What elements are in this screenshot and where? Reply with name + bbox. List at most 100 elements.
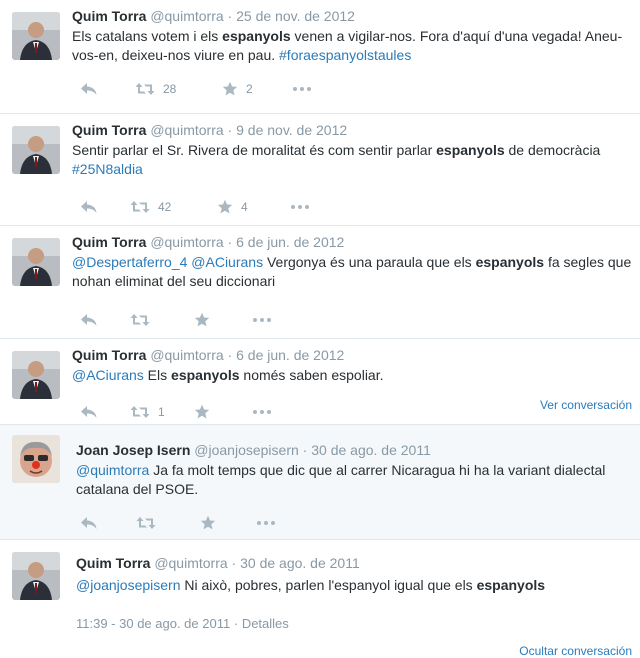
screen-name[interactable]: @quimtorra: [150, 8, 223, 24]
tweet-header: Quim Torra @quimtorra · 30 de ago. de 20…: [76, 554, 360, 572]
mention-link[interactable]: @ACiurans: [191, 254, 263, 270]
tweet-2[interactable]: Quim Torra @quimtorra · 9 de nov. de 201…: [0, 114, 640, 226]
more-button[interactable]: [252, 402, 272, 422]
reply-icon: [81, 314, 97, 326]
more-button[interactable]: [290, 197, 310, 217]
view-conversation-link[interactable]: Ver conversación: [540, 398, 632, 412]
fullname[interactable]: Quim Torra: [72, 122, 146, 138]
favorite-count: 4: [241, 200, 248, 214]
favorite-button[interactable]: [200, 513, 216, 533]
separator: ·: [233, 616, 239, 631]
details-link[interactable]: Detalles: [242, 616, 289, 631]
retweet-icon: [130, 201, 150, 213]
screen-name[interactable]: @quimtorra: [150, 122, 223, 138]
tweet-text: @joanjosepisern Ni això, pobres, parlen …: [76, 576, 632, 595]
retweet-button[interactable]: 28: [135, 79, 176, 99]
more-button[interactable]: [252, 310, 272, 330]
more-icon: [293, 87, 311, 91]
retweet-button[interactable]: 42: [130, 197, 171, 217]
tweet-header: Quim Torra @quimtorra · 25 de nov. de 20…: [72, 7, 355, 25]
favorite-button[interactable]: 2: [222, 79, 253, 99]
avatar[interactable]: [12, 126, 60, 174]
mention-link[interactable]: @Despertaferro_4: [72, 254, 187, 270]
avatar[interactable]: [12, 12, 60, 60]
retweet-count: 42: [158, 200, 172, 214]
fullname[interactable]: Quim Torra: [72, 234, 146, 250]
fullname[interactable]: Joan Josep Isern: [76, 442, 190, 458]
retweet-count: 1: [158, 405, 165, 419]
tweet-date[interactable]: 6 de jun. de 2012: [236, 234, 344, 250]
tweet-3[interactable]: Quim Torra @quimtorra · 6 de jun. de 201…: [0, 226, 640, 339]
hashtag-link[interactable]: #25N8aldia: [72, 161, 143, 177]
retweet-button[interactable]: [136, 513, 156, 533]
tweet-actions: 1: [72, 402, 492, 422]
tweet-meta: 11:39 - 30 de ago. de 2011 · Detalles: [76, 616, 289, 631]
favorite-icon: [194, 312, 210, 327]
highlighted-term: espanyols: [436, 142, 505, 158]
retweet-button[interactable]: [130, 310, 150, 330]
tweet-5[interactable]: Joan Josep Isern @joanjosepisern · 30 de…: [0, 424, 640, 540]
retweet-icon: [130, 314, 150, 326]
favorite-button[interactable]: 4: [217, 197, 248, 217]
reply-button[interactable]: [80, 310, 98, 330]
mention-link[interactable]: @quimtorra: [76, 462, 149, 478]
mention-link[interactable]: @joanjosepisern: [76, 577, 181, 593]
tweet-header: Quim Torra @quimtorra · 6 de jun. de 201…: [72, 346, 344, 364]
more-icon: [257, 521, 275, 525]
screen-name[interactable]: @quimtorra: [150, 347, 223, 363]
tweet-text-segment: Ja fa molt temps que dic que al carrer N…: [76, 462, 606, 497]
tweet-header: Joan Josep Isern @joanjosepisern · 30 de…: [76, 441, 431, 459]
reply-button[interactable]: [80, 402, 98, 422]
tweet-date[interactable]: 30 de ago. de 2011: [311, 442, 431, 458]
tweet-date[interactable]: 6 de jun. de 2012: [236, 347, 344, 363]
fullname[interactable]: Quim Torra: [72, 8, 146, 24]
screen-name[interactable]: @quimtorra: [154, 555, 227, 571]
hide-conversation-link[interactable]: Ocultar conversación: [519, 644, 632, 658]
reply-icon: [81, 83, 97, 95]
tweet-text: @quimtorra Ja fa molt temps que dic que …: [76, 461, 632, 499]
highlighted-term: espanyols: [476, 577, 546, 593]
tweet-date[interactable]: 25 de nov. de 2012: [236, 8, 355, 24]
reply-icon: [81, 517, 97, 529]
reply-icon: [81, 406, 97, 418]
tweet-text-segment: només saben espoliar.: [239, 367, 384, 383]
tweet-text-segment: Ni això, pobres, parlen l'espanyol igual…: [180, 577, 477, 593]
tweet-header: Quim Torra @quimtorra · 6 de jun. de 201…: [72, 233, 344, 251]
tweet-text-segment: Els catalans votem i els: [72, 28, 223, 44]
avatar[interactable]: [12, 238, 60, 286]
avatar[interactable]: [12, 351, 60, 399]
reply-button[interactable]: [80, 79, 98, 99]
mention-link[interactable]: @ACiurans: [72, 367, 144, 383]
more-button[interactable]: [256, 513, 276, 533]
tweet-6[interactable]: Quim Torra @quimtorra · 30 de ago. de 20…: [0, 540, 640, 658]
fullname[interactable]: Quim Torra: [76, 555, 150, 571]
retweet-icon: [135, 83, 155, 95]
tweet-actions: [72, 513, 492, 533]
avatar[interactable]: [12, 552, 60, 600]
screen-name[interactable]: @joanjosepisern: [194, 442, 299, 458]
tweet-date[interactable]: 30 de ago. de 2011: [240, 555, 360, 571]
reply-icon: [81, 201, 97, 213]
reply-button[interactable]: [80, 513, 98, 533]
tweet-actions: 42 4: [72, 197, 492, 217]
retweet-button[interactable]: 1: [130, 402, 165, 422]
avatar[interactable]: [12, 435, 60, 483]
favorite-icon: [222, 81, 238, 96]
favorite-count: 2: [246, 82, 253, 96]
retweet-icon: [136, 517, 156, 529]
fullname[interactable]: Quim Torra: [72, 347, 146, 363]
hashtag-link[interactable]: #foraespanyolstaules: [279, 47, 411, 63]
favorite-button[interactable]: [194, 310, 210, 330]
favorite-button[interactable]: [194, 402, 210, 422]
more-button[interactable]: [292, 79, 312, 99]
tweet-4[interactable]: Quim Torra @quimtorra · 6 de jun. de 201…: [0, 339, 640, 424]
tweet-date[interactable]: 9 de nov. de 2012: [236, 122, 347, 138]
separator: ·: [227, 8, 233, 24]
tweet-timestamp[interactable]: 11:39 - 30 de ago. de 2011: [76, 616, 230, 631]
reply-button[interactable]: [80, 197, 98, 217]
retweet-icon: [130, 406, 150, 418]
tweet-text: @Despertaferro_4 @ACiurans Vergonya és u…: [72, 253, 632, 291]
screen-name[interactable]: @quimtorra: [150, 234, 223, 250]
tweet-1[interactable]: Quim Torra @quimtorra · 25 de nov. de 20…: [0, 0, 640, 114]
tweet-text-segment: Sentir parlar el Sr. Rivera de moralitat…: [72, 142, 437, 158]
